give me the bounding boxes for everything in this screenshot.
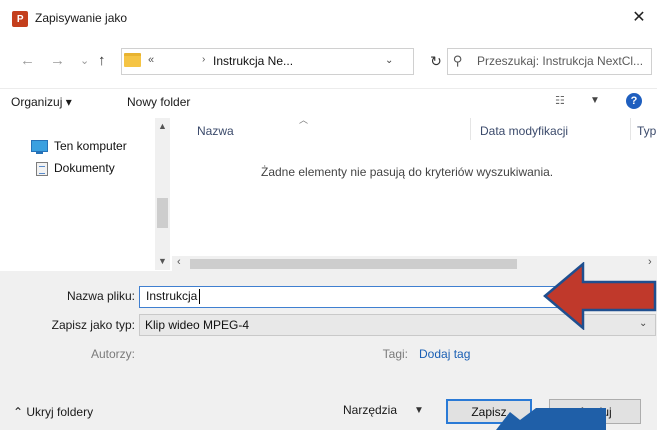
search-placeholder: Przeszukaj: Instrukcja NextCl... <box>477 54 644 68</box>
recent-locations-icon[interactable]: ⌄ <box>80 54 89 67</box>
scroll-down-icon[interactable]: ▼ <box>158 256 167 266</box>
file-list <box>172 118 657 270</box>
search-icon: ⚲ <box>453 53 463 68</box>
new-folder-button[interactable]: Nowy folder <box>127 95 190 109</box>
list-view-icon[interactable]: ☷ <box>555 94 565 107</box>
filetype-label: Zapisz jako typ: <box>51 318 135 332</box>
tags-label: Tagi: <box>382 347 408 361</box>
computer-stand <box>36 152 43 154</box>
red-annotation-arrow <box>543 262 657 330</box>
breadcrumb-current-folder[interactable]: Instrukcja Ne... <box>213 54 293 68</box>
computer-icon <box>31 140 48 152</box>
red-arrow-shape <box>543 262 657 330</box>
folder-icon <box>124 53 141 67</box>
authors-label: Autorzy: <box>90 347 135 361</box>
column-divider[interactable] <box>470 118 471 140</box>
blue-annotation-arrow <box>496 408 606 430</box>
chevron-up-icon: ⌃ <box>13 405 27 419</box>
filename-value[interactable]: Instrukcja <box>146 289 197 303</box>
blue-arrow-shape <box>496 408 606 430</box>
back-arrow-icon[interactable]: ← <box>20 52 35 69</box>
powerpoint-app-icon: P <box>12 11 28 27</box>
empty-list-message: Żadne elementy nie pasują do kryteriów w… <box>261 165 554 179</box>
address-overflow-icon[interactable]: « <box>148 54 154 66</box>
refresh-icon[interactable]: ↻ <box>426 50 446 72</box>
tools-dropdown-icon[interactable]: ▼ <box>414 405 424 416</box>
close-button[interactable]: ✕ <box>627 5 651 29</box>
column-divider[interactable] <box>630 118 631 140</box>
forward-arrow-icon[interactable]: → <box>50 52 65 69</box>
file-list-hscrollbar-thumb[interactable] <box>190 259 517 269</box>
nav-item-this-pc[interactable]: Ten komputer <box>54 139 127 153</box>
up-arrow-icon[interactable]: ↑ <box>98 52 106 69</box>
breadcrumb-arrow-icon[interactable]: › <box>202 54 205 65</box>
nav-pane-scrollbar[interactable] <box>155 118 170 270</box>
window-title: Zapisywanie jako <box>35 11 128 25</box>
filetype-value[interactable]: Klip wideo MPEG-4 <box>145 318 249 332</box>
documents-icon <box>36 162 48 176</box>
sort-ascending-icon: ︿ <box>299 115 309 125</box>
nav-pane-scrollbar-thumb[interactable] <box>157 198 168 228</box>
filename-label: Nazwa pliku: <box>66 289 135 303</box>
help-icon[interactable]: ? <box>626 93 642 109</box>
hide-folders-label: Ukryj foldery <box>26 405 94 419</box>
tools-menu-button[interactable]: Narzędzia <box>343 403 397 417</box>
column-header-type[interactable]: Typ <box>637 124 656 138</box>
view-dropdown-icon[interactable]: ▼ <box>590 95 600 106</box>
nav-item-documents[interactable]: Dokumenty <box>54 161 115 175</box>
hide-folders-button[interactable]: ⌃ Ukryj foldery <box>13 405 93 419</box>
address-dropdown-icon[interactable]: ⌄ <box>385 55 393 66</box>
add-tag-link[interactable]: Dodaj tag <box>419 347 470 361</box>
scroll-up-icon[interactable]: ▲ <box>158 121 167 131</box>
scroll-left-icon[interactable]: ‹ <box>177 256 181 268</box>
organize-button[interactable]: Organizuj ▾ <box>11 95 72 109</box>
text-caret <box>199 289 200 304</box>
column-header-name[interactable]: Nazwa <box>197 124 234 138</box>
column-header-date[interactable]: Data modyfikacji <box>480 124 568 138</box>
